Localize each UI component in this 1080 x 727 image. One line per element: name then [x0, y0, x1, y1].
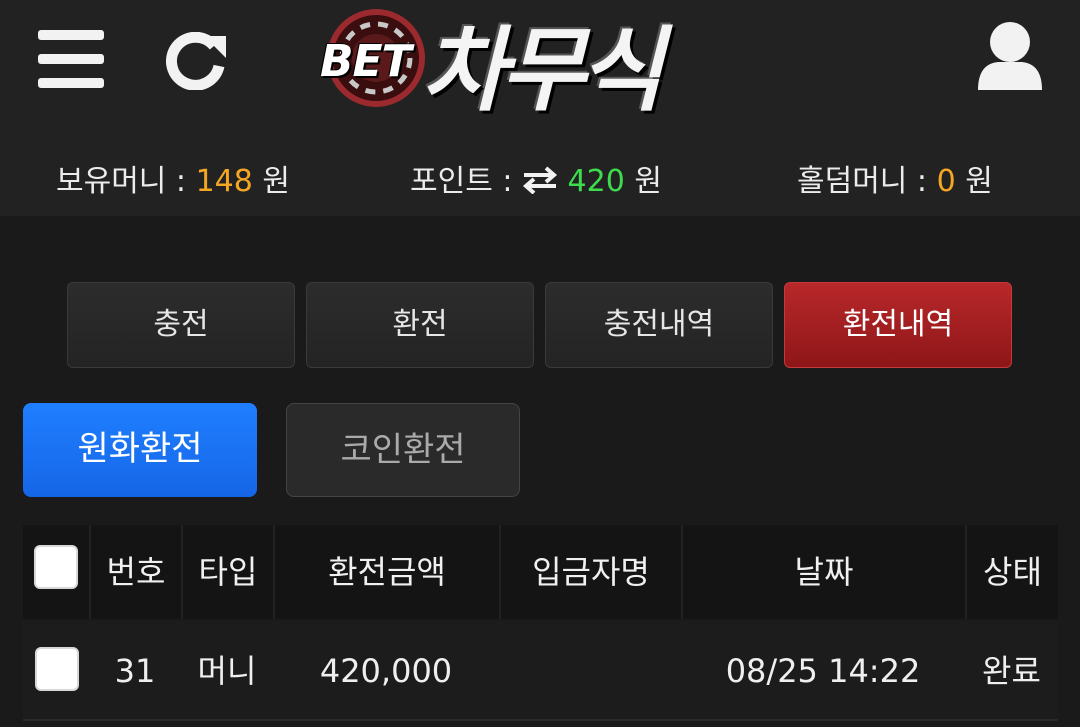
holdem-unit: 원	[965, 164, 993, 199]
point-label: 포인트 :	[410, 164, 513, 199]
holdem-label: 홀덤머니 :	[797, 164, 928, 199]
brand-logo[interactable]: BET 차무식	[318, 2, 748, 124]
refresh-icon[interactable]	[166, 32, 228, 90]
header-number: 번호	[89, 525, 181, 619]
money-label: 보유머니 :	[56, 164, 187, 199]
header-depositor: 입금자명	[499, 525, 681, 619]
header-amount: 환전금액	[273, 525, 499, 619]
money-value: 148	[195, 164, 253, 199]
logo-brand-name: 차무식	[422, 17, 664, 124]
cell-number: 31	[114, 652, 156, 690]
subtab-krw-withdraw[interactable]: 원화환전	[23, 403, 257, 497]
tab-deposit-history[interactable]: 충전내역	[545, 282, 773, 368]
logo-bet-text: BET	[320, 36, 412, 87]
user-icon[interactable]	[976, 20, 1044, 92]
menu-icon[interactable]	[38, 30, 104, 88]
header-select-cell	[23, 525, 89, 619]
cell-amount: 420,000	[319, 652, 453, 690]
cell-status: 완료	[982, 652, 1041, 690]
row-checkbox[interactable]	[35, 647, 79, 691]
top-header: BET 차무식	[0, 0, 1080, 128]
header-type: 타입	[181, 525, 273, 619]
header-status: 상태	[965, 525, 1058, 619]
money-unit: 원	[262, 164, 291, 199]
point-unit: 원	[634, 164, 662, 199]
money-balance: 보유머니 : 148 원	[56, 156, 290, 200]
balance-bar: 보유머니 : 148 원 포인트 : 420 원 홀덤머니 : 0 원	[0, 128, 1080, 216]
select-all-checkbox[interactable]	[34, 545, 78, 589]
tab-withdraw[interactable]: 환전	[306, 282, 534, 368]
cell-depositor	[499, 621, 681, 721]
cell-type: 머니	[197, 652, 257, 690]
tab-deposit[interactable]: 충전	[67, 282, 295, 368]
table-header: 번호 타입 환전금액 입금자명 날짜 상태	[23, 525, 1058, 619]
swap-arrows-icon[interactable]	[522, 166, 558, 194]
header-date: 날짜	[681, 525, 965, 619]
cell-date: 08/25 14:22	[725, 652, 921, 690]
point-value: 420	[567, 164, 625, 199]
tab-withdraw-history[interactable]: 환전내역	[784, 282, 1012, 368]
holdem-balance: 홀덤머니 : 0 원	[797, 156, 993, 200]
table-row[interactable]: 31 머니 420,000 08/25 14:22 완료	[23, 621, 1058, 721]
subtab-coin-withdraw[interactable]: 코인환전	[286, 403, 520, 497]
point-balance: 포인트 : 420 원	[410, 156, 662, 200]
holdem-value: 0	[936, 164, 956, 199]
